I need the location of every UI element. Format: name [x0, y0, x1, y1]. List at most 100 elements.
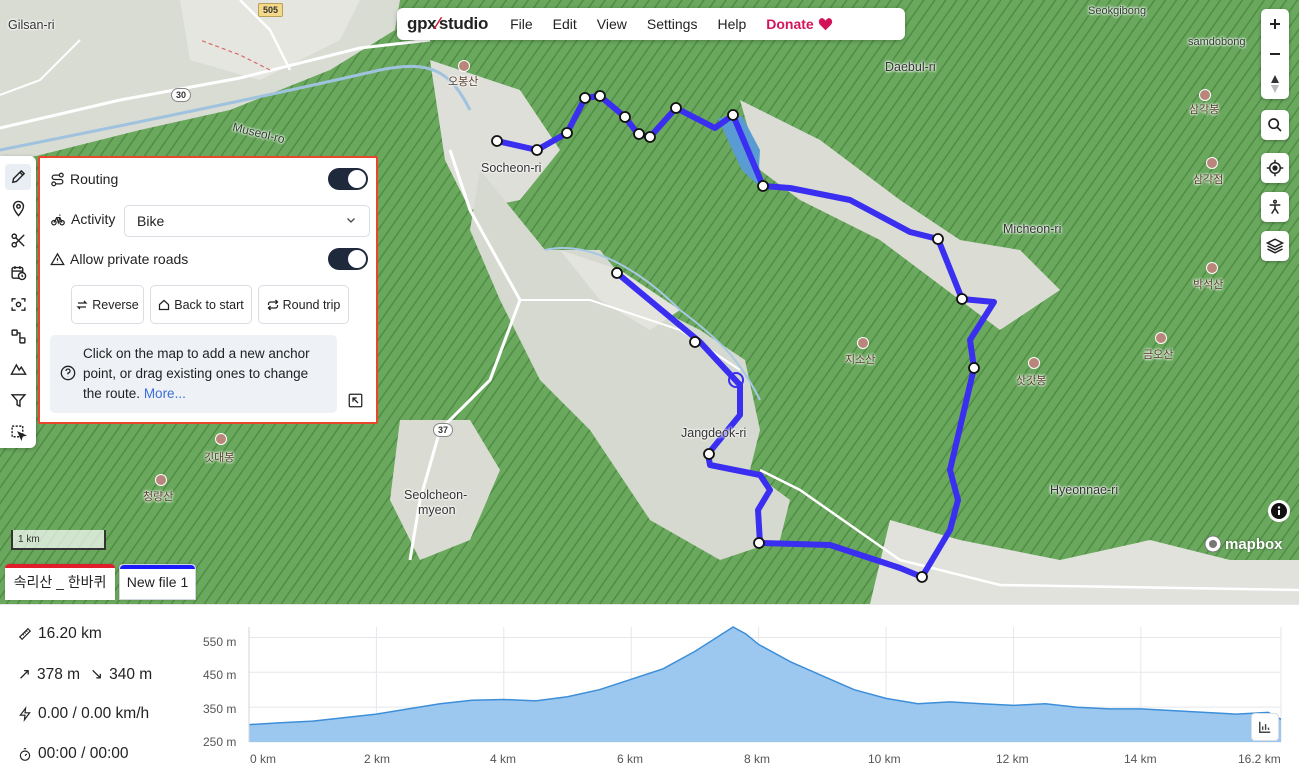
- place-label: samdobong: [1188, 36, 1246, 48]
- peak-icon: [155, 474, 167, 486]
- clean-tool-button[interactable]: [5, 292, 31, 318]
- anchor-point[interactable]: [689, 336, 701, 348]
- peak-label: 삿갓봉: [1016, 375, 1047, 387]
- activity-label: Activity: [71, 211, 116, 227]
- compass-icon: [1271, 75, 1279, 93]
- layers-control: [1261, 231, 1289, 261]
- place-label: Jangdeok-ri: [681, 426, 747, 440]
- repeat-icon: [267, 299, 279, 310]
- peak-label: 삼각점: [1193, 174, 1224, 186]
- logo-text-right: studio: [438, 14, 489, 33]
- menu-edit[interactable]: Edit: [553, 16, 592, 32]
- activity-select[interactable]: Bike: [124, 205, 370, 237]
- menu-view[interactable]: View: [597, 16, 642, 32]
- anchor-point[interactable]: [633, 128, 645, 140]
- anchor-point[interactable]: [757, 180, 769, 192]
- anchor-point[interactable]: [619, 111, 631, 123]
- peak-icon: [857, 337, 869, 349]
- anchor-point[interactable]: [579, 92, 591, 104]
- menu-donate[interactable]: Donate: [766, 16, 847, 32]
- route-icon: [51, 172, 64, 186]
- back-to-start-button[interactable]: Back to start: [150, 285, 252, 324]
- activity-value: Bike: [137, 213, 165, 229]
- chart-options-button[interactable]: [1251, 713, 1279, 741]
- anchor-point[interactable]: [753, 537, 765, 549]
- time-tool-button[interactable]: [5, 260, 31, 286]
- bar-chart-icon: [1259, 721, 1271, 733]
- layers-button[interactable]: [1261, 231, 1289, 261]
- filter-tool-button[interactable]: [5, 387, 31, 413]
- anchor-point[interactable]: [968, 362, 980, 374]
- road-shield: 505: [258, 3, 284, 17]
- anchor-point[interactable]: [491, 135, 503, 147]
- help-more-link[interactable]: More...: [144, 386, 186, 401]
- anchor-point[interactable]: [644, 131, 656, 143]
- anchor-point[interactable]: [703, 448, 715, 460]
- chevron-down-icon: [347, 218, 355, 223]
- route-tool-button[interactable]: [5, 164, 31, 190]
- app-logo[interactable]: gpx∕studio: [407, 14, 488, 34]
- reverse-button[interactable]: Reverse: [71, 285, 144, 324]
- route-path[interactable]: [494, 93, 997, 580]
- elevation-chart[interactable]: [0, 605, 1299, 780]
- search-button[interactable]: [1261, 110, 1289, 140]
- anchor-point[interactable]: [611, 267, 623, 279]
- anchor-point[interactable]: [932, 233, 944, 245]
- routing-toggle[interactable]: [328, 168, 368, 190]
- peak-icon: [1028, 357, 1040, 369]
- scan-icon: [10, 298, 26, 311]
- donate-label: Donate: [766, 16, 814, 32]
- menu-settings[interactable]: Settings: [647, 16, 713, 32]
- map-pin-icon: [12, 201, 24, 217]
- warning-icon: [50, 252, 65, 265]
- scissors-tool-button[interactable]: [5, 228, 31, 254]
- file-tab[interactable]: New file 1: [119, 564, 196, 600]
- plus-icon: [1270, 19, 1280, 29]
- zoom-controls: [1261, 9, 1289, 99]
- peak-label: 청량산: [143, 491, 174, 503]
- tool-bar: [0, 156, 36, 448]
- help-text: Click on the map to add a new anchor poi…: [83, 346, 310, 401]
- peak-icon: [215, 433, 227, 445]
- waypoint-tool-button[interactable]: [5, 196, 31, 222]
- menu-file[interactable]: File: [510, 16, 548, 32]
- anchor-point[interactable]: [670, 102, 682, 114]
- mapbox-text: mapbox: [1225, 535, 1283, 553]
- collapse-icon[interactable]: [348, 393, 363, 413]
- file-tab[interactable]: 속리산 _ 한바퀴: [5, 564, 115, 600]
- anchor-point[interactable]: [727, 109, 739, 121]
- peak-label: 박석산: [1193, 279, 1224, 291]
- mapbox-logo: mapbox: [1204, 535, 1283, 553]
- round-trip-button[interactable]: Round trip: [258, 285, 349, 324]
- anchor-point[interactable]: [956, 293, 968, 305]
- streetview-button[interactable]: [1261, 192, 1289, 222]
- anchor-point[interactable]: [561, 127, 573, 139]
- crosshair-icon: [1266, 159, 1284, 177]
- routing-panel: Routing Activity Bike Allow private road…: [38, 156, 378, 424]
- locate-button[interactable]: [1261, 153, 1289, 183]
- help-circle-icon: [60, 365, 76, 381]
- private-roads-toggle[interactable]: [328, 248, 368, 270]
- zoom-in-button[interactable]: [1261, 9, 1289, 39]
- compass-button[interactable]: [1261, 69, 1289, 99]
- merge-tool-button[interactable]: [5, 323, 31, 349]
- x-tick-label: 12 km: [996, 752, 1029, 766]
- menu-help[interactable]: Help: [717, 16, 761, 32]
- pencil-icon: [11, 170, 25, 184]
- peak-label: 깃대봉: [204, 452, 235, 464]
- calendar-clock-icon: [10, 266, 26, 281]
- routing-label: Routing: [70, 171, 119, 187]
- anchor-point[interactable]: [531, 144, 543, 156]
- help-box: Click on the map to add a new anchor poi…: [50, 335, 337, 413]
- anchor-point[interactable]: [916, 571, 928, 583]
- streetview-control: [1261, 192, 1289, 222]
- zoom-out-button[interactable]: [1261, 39, 1289, 69]
- elevation-panel: 16.20 km ↗ 378 m ↘ 340 m 0.00 / 0.00 km/…: [0, 604, 1299, 779]
- swap-icon: [76, 300, 88, 309]
- home-icon: [159, 299, 170, 310]
- anchor-point[interactable]: [594, 90, 606, 102]
- peak-icon: [1206, 262, 1218, 274]
- info-icon[interactable]: [1268, 500, 1290, 522]
- elevation-tool-button[interactable]: [5, 355, 31, 381]
- select-tool-button[interactable]: [5, 419, 31, 445]
